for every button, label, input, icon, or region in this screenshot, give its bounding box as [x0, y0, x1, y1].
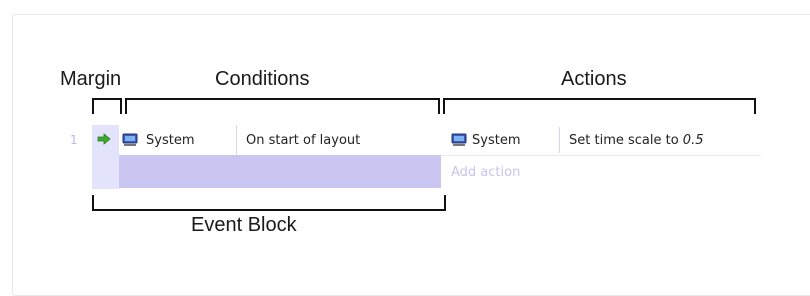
system-monitor-icon	[122, 133, 138, 151]
condition-text: On start of layout	[246, 133, 361, 148]
action-cell[interactable]: System Set time scale to 0.5	[441, 125, 761, 156]
event-number: 1	[70, 133, 78, 147]
event-margin[interactable]	[92, 125, 119, 189]
action-text-prefix: Set time scale to	[569, 133, 683, 148]
event-row[interactable]: System On start of layout System Set tim…	[92, 125, 761, 189]
conditions-bracket	[125, 98, 440, 114]
actions-bracket	[443, 98, 756, 114]
action-separator	[559, 127, 560, 153]
conditions-label: Conditions	[215, 68, 310, 90]
action-object: System	[472, 133, 521, 148]
margin-label: Margin	[60, 68, 122, 90]
action-param: 0.5	[682, 133, 704, 148]
condition-separator	[236, 125, 237, 155]
actions-label: Actions	[561, 68, 627, 90]
event-block-bracket	[92, 195, 446, 211]
system-monitor-icon	[451, 133, 467, 151]
margin-bracket	[92, 98, 122, 114]
action-text: Set time scale to 0.5	[569, 133, 703, 148]
add-action-link[interactable]: Add action	[451, 165, 520, 180]
condition-object: System	[146, 133, 195, 148]
condition-cell[interactable]: System On start of layout	[119, 125, 441, 155]
event-block-background	[119, 155, 441, 188]
event-block-label: Event Block	[191, 214, 297, 236]
green-arrow-icon	[97, 133, 111, 149]
